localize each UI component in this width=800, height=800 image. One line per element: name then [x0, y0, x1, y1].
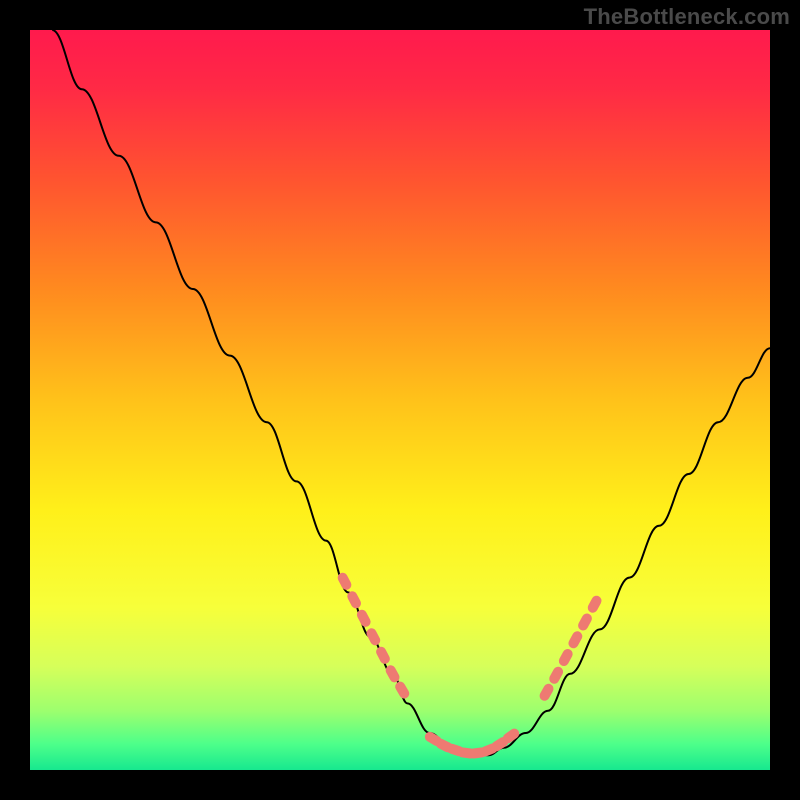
- bottleneck-chart: [30, 30, 770, 770]
- stage: TheBottleneck.com: [0, 0, 800, 800]
- gradient-background: [30, 30, 770, 770]
- chart-svg: [30, 30, 770, 770]
- watermark-text: TheBottleneck.com: [584, 4, 790, 30]
